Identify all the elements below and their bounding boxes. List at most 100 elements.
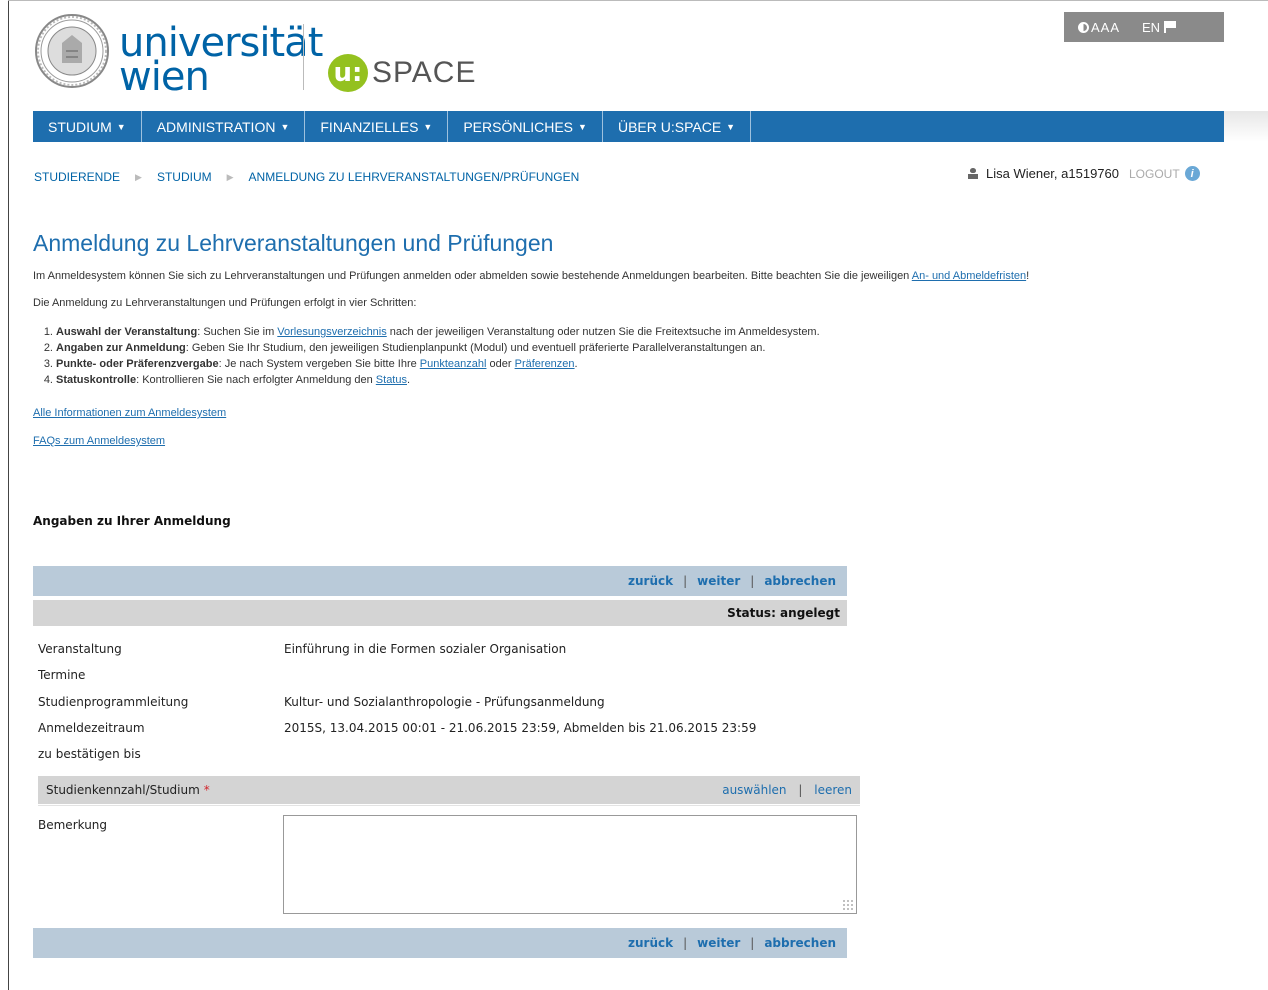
breadcrumb-item-studierende[interactable]: STUDIERENDE bbox=[34, 170, 120, 184]
step-text: : Geben Sie Ihr Studium, den jeweiligen … bbox=[185, 342, 766, 354]
nav-persoenliches[interactable]: PERSÖNLICHES ▼ bbox=[448, 111, 603, 142]
step-item: 3. Punkte- oder Präferenzvergabe: Je nac… bbox=[33, 356, 820, 372]
step-title: Auswahl der Veranstaltung bbox=[56, 326, 198, 338]
font-size-label[interactable]: AAA bbox=[1091, 20, 1120, 35]
separator: | bbox=[750, 574, 755, 588]
step-text: . bbox=[574, 358, 578, 370]
logout-link[interactable]: LOGOUT bbox=[1129, 167, 1180, 181]
steps-list: 1. Auswahl der Veranstaltung: Suchen Sie… bbox=[33, 324, 820, 388]
divider bbox=[38, 805, 860, 806]
page-title: Anmeldung zu Lehrveranstaltungen und Prü… bbox=[33, 230, 554, 256]
intro-end: ! bbox=[1026, 270, 1030, 282]
universitaet-wien-logo[interactable]: universität wien bbox=[119, 23, 323, 97]
select-study-button[interactable]: auswählen bbox=[722, 783, 786, 797]
breadcrumb-item-studium[interactable]: STUDIUM bbox=[157, 170, 212, 184]
step-item: 1. Auswahl der Veranstaltung: Suchen Sie… bbox=[33, 324, 820, 340]
caret-down-icon: ▼ bbox=[726, 121, 736, 132]
step-title: Punkte- oder Präferenzvergabe bbox=[56, 358, 219, 370]
course-directory-link[interactable]: Vorlesungsverzeichnis bbox=[277, 326, 386, 338]
nav-ueber-uspace[interactable]: ÜBER U:SPACE ▼ bbox=[603, 111, 752, 142]
uspace-logo[interactable]: u: SPACE bbox=[328, 54, 476, 92]
study-program-label: Studienkennzahl/Studium bbox=[46, 783, 200, 797]
nav-administration[interactable]: ADMINISTRATION ▼ bbox=[142, 111, 306, 142]
steps-intro: Die Anmeldung zu Lehrveranstaltungen und… bbox=[33, 297, 417, 309]
label-anmeldezeitraum: Anmeldezeitraum bbox=[38, 721, 145, 735]
label-bemerkung: Bemerkung bbox=[38, 818, 108, 832]
separator: | bbox=[798, 783, 803, 797]
step-number: 1. bbox=[43, 326, 53, 338]
step-item: 4. Statuskontrolle: Kontrollieren Sie na… bbox=[33, 372, 820, 388]
step-text: oder bbox=[486, 358, 515, 370]
faq-link[interactable]: FAQs zum Anmeldesystem bbox=[33, 435, 165, 447]
breadcrumb-separator-icon: ▶ bbox=[135, 171, 142, 182]
nav-shadow bbox=[1224, 111, 1268, 142]
nav-label: STUDIUM bbox=[48, 118, 112, 135]
remark-textarea[interactable] bbox=[283, 815, 857, 914]
info-icon[interactable]: i bbox=[1184, 166, 1200, 181]
user-info: Lisa Wiener, a1519760 LOGOUT i bbox=[968, 166, 1200, 181]
step-text: nach der jeweiligen Veranstaltung oder n… bbox=[386, 326, 820, 338]
logo-divider bbox=[303, 24, 304, 90]
breadcrumb: STUDIERENDE ▶ STUDIUM ▶ ANMELDUNG ZU LEH… bbox=[34, 170, 579, 184]
step-number: 3. bbox=[43, 358, 53, 370]
step-item: 2. Angaben zur Anmeldung: Geben Sie Ihr … bbox=[33, 340, 820, 356]
step-title: Statuskontrolle bbox=[56, 374, 137, 386]
action-bar-top: zurück | weiter | abbrechen bbox=[33, 566, 847, 596]
step-title: Angaben zur Anmeldung bbox=[56, 342, 186, 354]
window-left-border bbox=[8, 0, 9, 990]
caret-down-icon: ▼ bbox=[116, 121, 126, 132]
contrast-icon[interactable] bbox=[1078, 21, 1089, 33]
language-label[interactable]: EN bbox=[1142, 20, 1160, 35]
label-veranstaltung: Veranstaltung bbox=[38, 642, 122, 656]
breadcrumb-separator-icon: ▶ bbox=[226, 171, 234, 182]
step-text: : Suchen Sie im bbox=[197, 326, 278, 338]
user-icon bbox=[968, 168, 978, 179]
step-number: 2. bbox=[43, 342, 53, 354]
cancel-button[interactable]: abbrechen bbox=[764, 936, 836, 950]
flag-icon[interactable] bbox=[1164, 21, 1177, 33]
window-top-border bbox=[8, 0, 1268, 1]
value-anmeldezeitraum: 2015S, 13.04.2015 00:01 - 21.06.2015 23:… bbox=[284, 721, 757, 735]
step-text: : Je nach System vergeben Sie bitte Ihre bbox=[218, 358, 420, 370]
clear-study-button[interactable]: leeren bbox=[814, 783, 852, 797]
nav-finanzielles[interactable]: FINANZIELLES ▼ bbox=[305, 111, 449, 142]
cancel-button[interactable]: abbrechen bbox=[764, 574, 836, 588]
resize-handle-icon[interactable] bbox=[842, 899, 854, 911]
points-link[interactable]: Punkteanzahl bbox=[420, 358, 487, 370]
label-studienprogrammleitung: Studienprogrammleitung bbox=[38, 695, 189, 709]
value-studienprogrammleitung: Kultur- und Sozialanthropologie - Prüfun… bbox=[284, 695, 605, 709]
user-name: Lisa Wiener, a1519760 bbox=[986, 166, 1119, 181]
separator: | bbox=[750, 936, 755, 950]
study-program-bar: Studienkennzahl/Studium * auswählen | le… bbox=[38, 776, 860, 804]
uspace-badge: u: bbox=[328, 54, 368, 92]
value-veranstaltung: Einführung in die Formen sozialer Organi… bbox=[284, 642, 567, 656]
step-text: : Kontrollieren Sie nach erfolgter Anmel… bbox=[136, 374, 376, 386]
breadcrumb-item-anmeldung[interactable]: ANMELDUNG ZU LEHRVERANSTALTUNGEN/PRÜFUNG… bbox=[249, 170, 580, 184]
preferences-link[interactable]: Präferenzen bbox=[515, 358, 575, 370]
deadlines-link[interactable]: An- und Abmeldefristen bbox=[912, 270, 1026, 282]
accessibility-language-bar: AAA EN bbox=[1064, 12, 1224, 42]
nav-label: PERSÖNLICHES bbox=[463, 118, 574, 135]
next-button[interactable]: weiter bbox=[697, 574, 740, 588]
university-seal-logo bbox=[35, 14, 109, 88]
separator: | bbox=[683, 936, 688, 950]
back-button[interactable]: zurück bbox=[628, 936, 673, 950]
separator: | bbox=[683, 574, 688, 588]
nav-label: FINANZIELLES bbox=[320, 118, 419, 135]
section-title: Angaben zu Ihrer Anmeldung bbox=[33, 514, 231, 528]
all-info-link[interactable]: Alle Informationen zum Anmeldesystem bbox=[33, 407, 226, 419]
accessibility-toggle[interactable]: AAA bbox=[1078, 20, 1120, 35]
label-bestaetigen: zu bestätigen bis bbox=[38, 747, 141, 761]
status-bar: Status: angelegt bbox=[33, 600, 847, 626]
intro-text: Im Anmeldesystem können Sie sich zu Lehr… bbox=[33, 270, 912, 282]
language-switch[interactable]: EN bbox=[1142, 20, 1177, 35]
nav-studium[interactable]: STUDIUM ▼ bbox=[33, 111, 142, 142]
back-button[interactable]: zurück bbox=[628, 574, 673, 588]
status-link[interactable]: Status bbox=[376, 374, 407, 386]
intro-paragraph: Im Anmeldesystem können Sie sich zu Lehr… bbox=[33, 270, 1029, 282]
next-button[interactable]: weiter bbox=[697, 936, 740, 950]
status-text: Status: angelegt bbox=[727, 606, 840, 620]
nav-label: ADMINISTRATION bbox=[156, 118, 276, 135]
main-navigation: STUDIUM ▼ ADMINISTRATION ▼ FINANZIELLES ▼ P… bbox=[33, 111, 1224, 142]
caret-down-icon: ▼ bbox=[578, 121, 587, 132]
